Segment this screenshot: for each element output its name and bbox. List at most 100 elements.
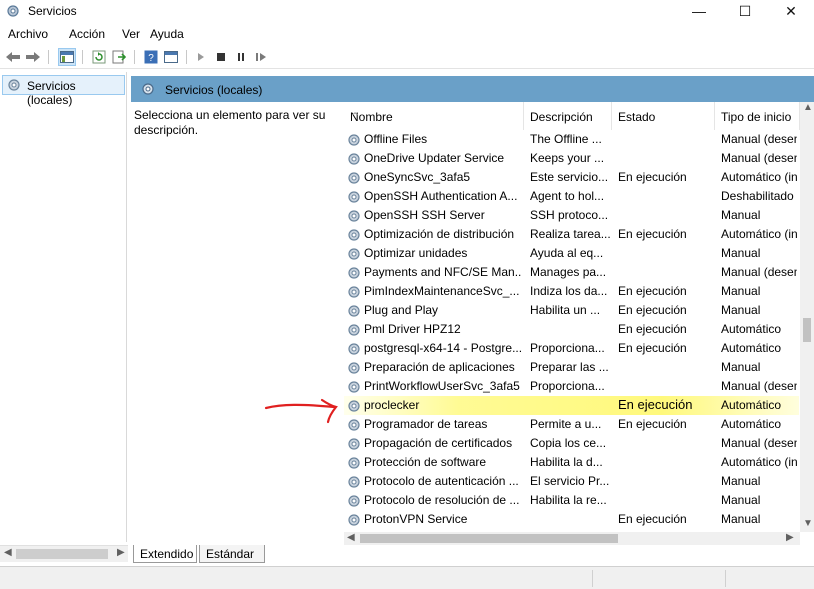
- status-divider: [592, 570, 593, 587]
- service-row[interactable]: OneSyncSvc_3afa5 Este servicio... En ejecu…: [344, 168, 799, 187]
- start-service-button[interactable]: [192, 48, 210, 66]
- service-row[interactable]: OpenSSH SSH Server SSH protoco... Manual: [344, 206, 799, 225]
- service-description: Realiza tarea...: [530, 227, 611, 241]
- scroll-left-icon[interactable]: ◀: [4, 547, 12, 558]
- service-status: En ejecución: [618, 170, 687, 184]
- service-name: OpenSSH Authentication A...: [364, 189, 518, 203]
- restart-service-button[interactable]: [252, 48, 270, 66]
- column-header-status[interactable]: Estado: [612, 102, 715, 130]
- properties-icon: [164, 51, 178, 63]
- pane-header: Servicios (locales): [131, 76, 814, 102]
- service-row[interactable]: PimIndexMaintenanceSvc_... Indiza los da.…: [344, 282, 799, 301]
- service-gear-icon: [348, 362, 360, 374]
- service-startup-type: Manual: [721, 303, 761, 317]
- scroll-down-icon[interactable]: ▼: [803, 518, 813, 529]
- service-name: PrintWorkflowUserSvc_3afa5: [364, 379, 520, 393]
- service-row[interactable]: Programador de tareas Permite a u... En ej…: [344, 415, 799, 434]
- list-vertical-scrollbar[interactable]: ▲ ▼: [800, 102, 814, 532]
- service-row[interactable]: postgresql-x64-14 - Postgre... Proporcion…: [344, 339, 799, 358]
- service-row[interactable]: Preparación de aplicaciones Preparar las …: [344, 358, 799, 377]
- toolbar-separator: [186, 50, 187, 64]
- scroll-thumb[interactable]: [16, 549, 108, 559]
- service-row[interactable]: OneDrive Updater Service Keeps your ... Ma…: [344, 149, 799, 168]
- service-row[interactable]: Protocolo de autenticación ... El servici…: [344, 472, 799, 491]
- service-row[interactable]: ProtonVPN Service En ejecución Manual: [344, 510, 799, 529]
- scroll-up-icon[interactable]: ▲: [803, 102, 813, 113]
- service-gear-icon: [348, 248, 360, 260]
- service-name: PimIndexMaintenanceSvc_...: [364, 284, 520, 298]
- help-button[interactable]: ?: [142, 48, 160, 66]
- close-button[interactable]: ✕: [768, 0, 814, 22]
- service-startup-type: Deshabilitado: [721, 189, 794, 203]
- service-name: proclecker: [364, 398, 420, 412]
- service-gear-icon: [348, 438, 360, 450]
- service-startup-type: Automático: [721, 341, 782, 355]
- service-row[interactable]: Protección de software Habilita la d... Au…: [344, 453, 799, 472]
- service-row[interactable]: OpenSSH Authentication A... Agent to hol.…: [344, 187, 799, 206]
- menu-archivo[interactable]: Archivo: [8, 27, 48, 41]
- service-row[interactable]: Optimizar unidades Ayuda al eq... Manual: [344, 244, 799, 263]
- column-header-startup[interactable]: Tipo de inicio: [715, 102, 800, 130]
- forward-button[interactable]: [24, 48, 42, 66]
- back-button[interactable]: [4, 48, 22, 66]
- service-status: En ejecución: [618, 417, 687, 431]
- service-row[interactable]: proclecker En ejecución Automático: [344, 396, 799, 415]
- help-icon: ?: [144, 50, 158, 64]
- service-name: Programador de tareas: [364, 417, 488, 431]
- maximize-button[interactable]: ☐: [722, 0, 768, 22]
- service-gear-icon: [348, 324, 360, 336]
- services-pane: Servicios (locales) Selecciona un elemen…: [131, 72, 814, 545]
- service-row[interactable]: Offline Files The Offline ... Manual (dese…: [344, 130, 799, 149]
- scroll-left-icon[interactable]: ◀: [347, 532, 355, 543]
- service-description: Keeps your ...: [530, 151, 605, 165]
- service-row[interactable]: Pml Driver HPZ12 En ejecución Automático: [344, 320, 799, 339]
- tab-extendido[interactable]: Extendido: [133, 545, 197, 563]
- service-gear-icon: [348, 514, 360, 526]
- toolbar-separator: [48, 50, 49, 64]
- list-horizontal-scrollbar[interactable]: ◀ ▶: [344, 532, 800, 545]
- scroll-right-icon[interactable]: ▶: [117, 547, 125, 558]
- services-gear-icon: [142, 83, 154, 95]
- play-icon: [198, 53, 204, 61]
- scroll-right-icon[interactable]: ▶: [786, 532, 794, 543]
- minimize-button[interactable]: —: [676, 0, 722, 22]
- menu-ayuda[interactable]: Ayuda: [150, 27, 184, 41]
- column-header-name[interactable]: Nombre ⌃: [344, 102, 524, 130]
- service-row[interactable]: Protocolo de resolución de ... Habilita l…: [344, 491, 799, 510]
- service-gear-icon: [348, 419, 360, 431]
- service-description: Agent to hol...: [530, 189, 605, 203]
- title-bar: Servicios — ☐ ✕: [0, 0, 814, 22]
- service-name: Protección de software: [364, 455, 487, 469]
- tree-item-services-local[interactable]: Servicios (locales): [2, 75, 125, 107]
- scroll-thumb[interactable]: [803, 318, 811, 342]
- service-gear-icon: [348, 172, 360, 184]
- service-row[interactable]: Optimización de distribución Realiza tare…: [344, 225, 799, 244]
- service-description: SSH protoco...: [530, 208, 609, 222]
- service-gear-icon: [348, 381, 360, 393]
- pause-service-button[interactable]: [232, 48, 250, 66]
- service-name: Offline Files: [364, 132, 428, 146]
- service-row[interactable]: PrintWorkflowUserSvc_3afa5 Proporciona...…: [344, 377, 799, 396]
- column-header-description[interactable]: Descripción: [524, 102, 612, 130]
- toolbar-separator: [82, 50, 83, 64]
- toolbar: ?: [0, 45, 814, 69]
- export-list-button[interactable]: [110, 48, 128, 66]
- tree-horizontal-scrollbar[interactable]: ◀ ▶: [0, 545, 128, 562]
- scroll-thumb[interactable]: [360, 534, 618, 543]
- menu-bar: Archivo Acción Ver Ayuda: [0, 24, 814, 44]
- service-row[interactable]: Propagación de certificados Copia los ce.…: [344, 434, 799, 453]
- properties-button[interactable]: [162, 48, 180, 66]
- console-tree-button[interactable]: [58, 48, 76, 66]
- service-startup-type: Manual (desencadenar inicio): [721, 436, 797, 450]
- menu-accion[interactable]: Acción: [69, 27, 105, 41]
- service-description: Manages pa...: [530, 265, 607, 279]
- refresh-button[interactable]: [90, 48, 108, 66]
- tab-estandar[interactable]: Estándar: [199, 545, 265, 563]
- pause-icon: [238, 53, 244, 61]
- service-row[interactable]: Payments and NFC/SE Man... Manages pa... M…: [344, 263, 799, 282]
- stop-service-button[interactable]: [212, 48, 230, 66]
- menu-ver[interactable]: Ver: [122, 27, 140, 41]
- service-gear-icon: [348, 153, 360, 165]
- service-row[interactable]: Plug and Play Habilita un ... En ejecución…: [344, 301, 799, 320]
- service-description: Habilita la d...: [530, 455, 603, 469]
